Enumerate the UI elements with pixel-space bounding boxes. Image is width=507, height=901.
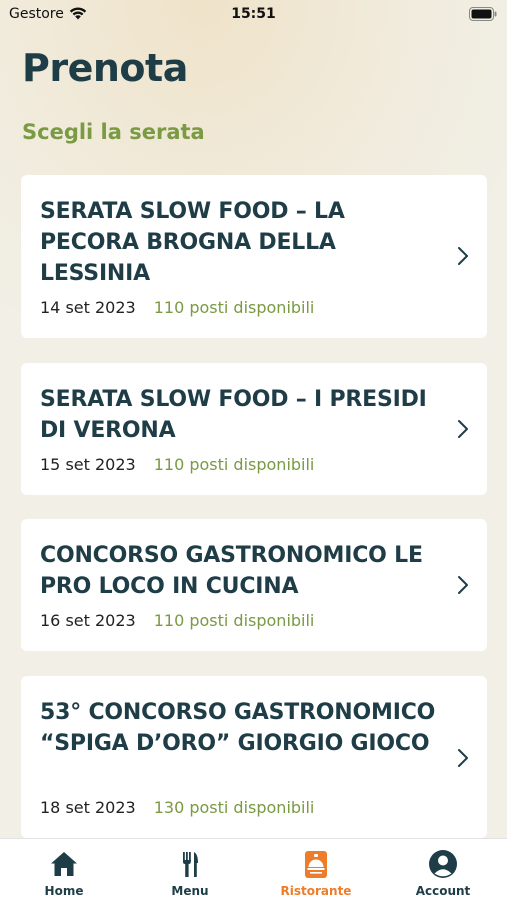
tab-ristorante[interactable]: Ristorante <box>253 839 379 901</box>
status-bar: Gestore 15:51 <box>0 0 507 30</box>
chevron-right-icon <box>457 246 469 270</box>
chevron-right-icon <box>457 419 469 443</box>
tab-home[interactable]: Home <box>1 839 127 901</box>
tab-label: Menu <box>171 884 209 898</box>
restaurant-icon <box>301 849 331 879</box>
tab-account[interactable]: Account <box>380 839 506 901</box>
event-meta: 15 set 2023 110 posti disponibili <box>40 455 314 474</box>
chevron-right-icon <box>457 575 469 599</box>
cutlery-icon <box>175 849 205 879</box>
event-meta: 18 set 2023 130 posti disponibili <box>40 798 314 817</box>
account-icon <box>428 849 458 879</box>
page-title: Prenota <box>22 46 188 90</box>
event-title: Concorso Gastronomico Le Pro Loco in Cuc… <box>40 543 423 599</box>
event-date: 15 set 2023 <box>40 455 136 474</box>
event-seats: 130 posti disponibili <box>153 798 315 817</box>
event-meta: 16 set 2023 110 posti disponibili <box>40 611 314 630</box>
tab-label: Account <box>415 884 471 898</box>
event-seats: 110 posti disponibili <box>153 611 315 630</box>
event-title: Serata Slow Food – La Pecora Brogna dell… <box>40 199 345 286</box>
section-subtitle: Scegli la serata <box>22 120 205 144</box>
event-card[interactable]: Concorso Gastronomico Le Pro Loco in Cuc… <box>21 519 487 651</box>
clock: 15:51 <box>231 6 276 22</box>
event-seats: 110 posti disponibili <box>153 455 315 474</box>
event-title: 53° Concorso Gastronomico “Spiga d’Oro” … <box>40 700 436 756</box>
tab-label: Ristorante <box>280 884 352 898</box>
battery-icon <box>469 7 497 25</box>
event-card[interactable]: 53° Concorso Gastronomico “Spiga d’Oro” … <box>21 676 487 838</box>
chevron-right-icon <box>457 748 469 772</box>
tab-label: Home <box>44 884 84 898</box>
event-date: 18 set 2023 <box>40 798 136 817</box>
event-meta: 14 set 2023 110 posti disponibili <box>40 298 314 317</box>
tab-menu[interactable]: Menu <box>127 839 253 901</box>
event-date: 16 set 2023 <box>40 611 136 630</box>
event-title: Serata Slow Food – I Presidi di Verona <box>40 387 427 443</box>
event-seats: 110 posti disponibili <box>153 298 315 317</box>
event-card[interactable]: Serata Slow Food – I Presidi di Verona 1… <box>21 363 487 495</box>
event-date: 14 set 2023 <box>40 298 136 317</box>
event-card[interactable]: Serata Slow Food – La Pecora Brogna dell… <box>21 175 487 338</box>
home-icon <box>49 849 79 879</box>
tab-bar: Home Menu Ristorante Account <box>0 838 507 901</box>
